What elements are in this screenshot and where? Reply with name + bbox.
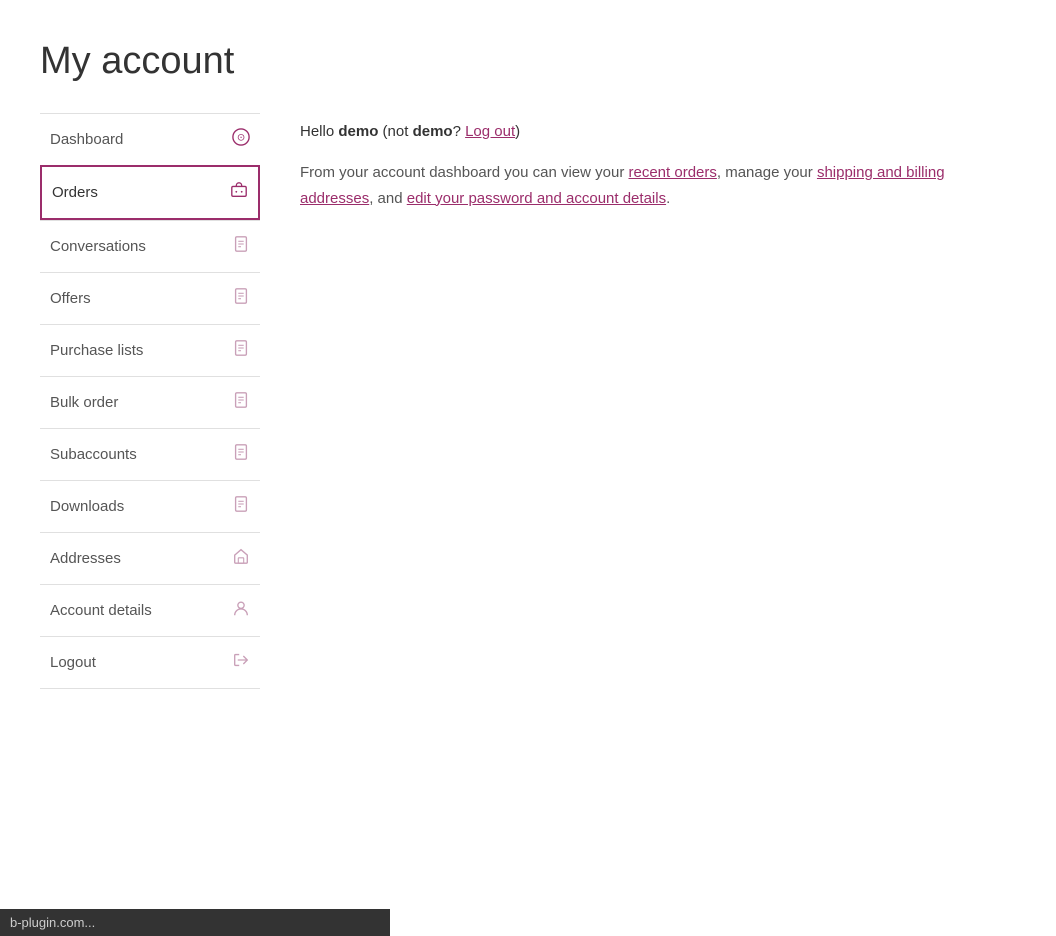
sidebar-item-conversations[interactable]: Conversations bbox=[40, 220, 260, 272]
desc-and: , and bbox=[369, 190, 407, 207]
bulk-order-icon bbox=[232, 391, 250, 414]
sidebar-item-label-subaccounts: Subaccounts bbox=[50, 446, 137, 463]
hello-not-prefix: (not bbox=[378, 123, 412, 140]
offers-icon bbox=[232, 287, 250, 310]
sidebar-item-orders[interactable]: Orders bbox=[40, 165, 260, 220]
sidebar-item-label-orders: Orders bbox=[52, 184, 98, 201]
status-text: b-plugin.com... bbox=[10, 915, 95, 930]
addresses-icon bbox=[232, 547, 250, 570]
sidebar: Dashboard ⊙ Orders Conversations Offers Purch… bbox=[40, 113, 260, 689]
sidebar-item-subaccounts[interactable]: Subaccounts bbox=[40, 428, 260, 480]
sidebar-item-addresses[interactable]: Addresses bbox=[40, 532, 260, 584]
sidebar-item-label-bulk-order: Bulk order bbox=[50, 394, 118, 411]
sidebar-item-dashboard[interactable]: Dashboard ⊙ bbox=[40, 113, 260, 165]
account-details-icon bbox=[232, 599, 250, 622]
password-link[interactable]: edit your password and account details bbox=[407, 190, 666, 207]
recent-orders-link[interactable]: recent orders bbox=[629, 164, 717, 181]
logout-icon bbox=[232, 651, 250, 674]
page-container: My account Dashboard ⊙ Orders Conversations… bbox=[0, 0, 1056, 729]
orders-icon bbox=[230, 181, 248, 204]
main-content: Hello demo (not demo? Log out) From your… bbox=[300, 113, 1016, 211]
page-title: My account bbox=[40, 40, 1016, 83]
desc-middle: , manage your bbox=[717, 164, 817, 181]
hello-message: Hello demo (not demo? Log out) bbox=[300, 123, 1016, 140]
sidebar-item-label-offers: Offers bbox=[50, 290, 91, 307]
description-text: From your account dashboard you can view… bbox=[300, 160, 1016, 211]
hello-username: demo bbox=[338, 123, 378, 140]
hello-not-username: demo bbox=[413, 123, 453, 140]
desc-end: . bbox=[666, 190, 670, 207]
svg-text:⊙: ⊙ bbox=[237, 133, 245, 144]
dashboard-icon: ⊙ bbox=[232, 128, 250, 151]
sidebar-item-label-purchase-lists: Purchase lists bbox=[50, 342, 143, 359]
sidebar-item-label-logout: Logout bbox=[50, 654, 96, 671]
sidebar-item-logout[interactable]: Logout bbox=[40, 636, 260, 689]
purchase-lists-icon bbox=[232, 339, 250, 362]
logout-link[interactable]: Log out bbox=[465, 123, 515, 140]
hello-prefix: Hello bbox=[300, 123, 338, 140]
sidebar-item-label-conversations: Conversations bbox=[50, 238, 146, 255]
sidebar-item-label-account-details: Account details bbox=[50, 602, 152, 619]
downloads-icon bbox=[232, 495, 250, 518]
hello-not-suffix: ? bbox=[453, 123, 466, 140]
content-area: Dashboard ⊙ Orders Conversations Offers Purch… bbox=[40, 113, 1016, 689]
sidebar-item-account-details[interactable]: Account details bbox=[40, 584, 260, 636]
sidebar-item-purchase-lists[interactable]: Purchase lists bbox=[40, 324, 260, 376]
sidebar-item-label-downloads: Downloads bbox=[50, 498, 124, 515]
desc-before: From your account dashboard you can view… bbox=[300, 164, 629, 181]
sidebar-item-label-addresses: Addresses bbox=[50, 550, 121, 567]
sidebar-item-offers[interactable]: Offers bbox=[40, 272, 260, 324]
status-bar: b-plugin.com... bbox=[0, 909, 390, 936]
conversations-icon bbox=[232, 235, 250, 258]
subaccounts-icon bbox=[232, 443, 250, 466]
sidebar-item-downloads[interactable]: Downloads bbox=[40, 480, 260, 532]
sidebar-item-label-dashboard: Dashboard bbox=[50, 131, 123, 148]
hello-closing: ) bbox=[515, 123, 520, 140]
sidebar-item-bulk-order[interactable]: Bulk order bbox=[40, 376, 260, 428]
